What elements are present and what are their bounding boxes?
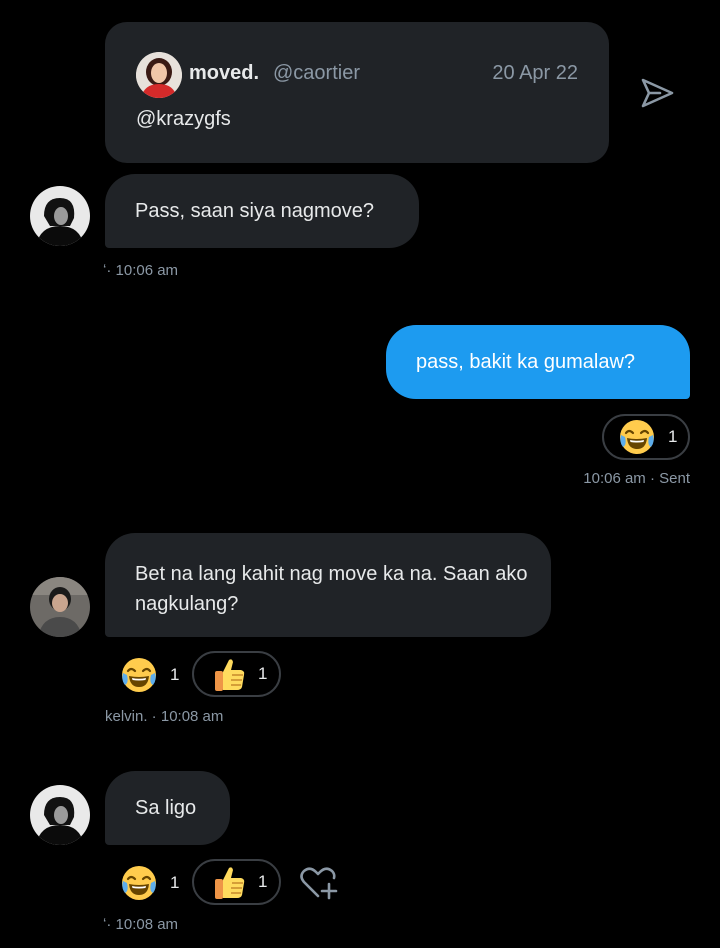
reaction-count: 1 <box>668 427 678 446</box>
send-icon[interactable] <box>638 76 676 110</box>
message-meta: kelvin. · 10:08 am <box>105 708 224 725</box>
face-with-tears-of-joy-icon <box>618 418 656 456</box>
face-with-tears-of-joy-icon <box>120 656 158 694</box>
message-time: · 10:08 am <box>106 916 179 933</box>
quoted-tweet-text: @krazygfs <box>136 108 231 130</box>
reaction-count: 1 <box>258 664 268 683</box>
message-bubble-incoming[interactable]: Pass, saan siya nagmove? <box>105 174 419 248</box>
message-text: Pass, saan siya nagmove? <box>135 200 375 222</box>
reaction-thumbs-up-button[interactable]: 1 <box>192 859 281 905</box>
message-meta: ʻ· 10:08 am <box>103 916 178 933</box>
message-text: pass, bakit ka gumalaw? <box>416 351 636 373</box>
message-bubble-incoming[interactable]: Sa ligo <box>105 771 230 845</box>
avatar[interactable] <box>30 785 90 845</box>
message-time: · 10:06 am <box>106 262 179 279</box>
message-bubble-outgoing[interactable]: pass, bakit ka gumalaw? <box>386 325 690 399</box>
reaction-laugh-button[interactable]: 1 <box>120 652 179 698</box>
heart-plus-icon[interactable] <box>298 864 340 902</box>
thumbs-up-icon <box>214 658 245 692</box>
message-text: Sa ligo <box>135 797 197 819</box>
message-bubble-incoming[interactable]: Bet na lang kahit nag move ka na. Saan a… <box>105 533 551 637</box>
reaction-laugh-button[interactable]: 1 <box>602 414 690 460</box>
message-meta: ʻ· 10:06 am <box>103 262 178 279</box>
reaction-thumbs-up-button[interactable]: 1 <box>192 651 281 697</box>
message-meta: 10:06 am · Sent <box>583 470 690 487</box>
face-with-tears-of-joy-icon <box>120 864 158 902</box>
thumbs-up-icon <box>214 866 245 900</box>
message-text: Bet na lang kahit nag move ka na. Saan a… <box>135 563 528 615</box>
avatar[interactable] <box>30 577 90 637</box>
reaction-count: 1 <box>170 873 180 892</box>
reaction-count: 1 <box>170 665 180 684</box>
quoted-tweet-card[interactable]: moved. @caortier 20 Apr 22 @krazygfs <box>105 22 609 163</box>
quoted-tweet-handle: @caortier <box>273 62 360 84</box>
reaction-laugh-button[interactable]: 1 <box>120 860 179 906</box>
reaction-count: 1 <box>258 872 268 891</box>
avatar[interactable] <box>30 186 90 246</box>
quoted-tweet-display-name: moved. <box>189 62 260 84</box>
quoted-tweet-avatar <box>136 52 182 98</box>
quoted-tweet-date: 20 Apr 22 <box>492 62 578 84</box>
